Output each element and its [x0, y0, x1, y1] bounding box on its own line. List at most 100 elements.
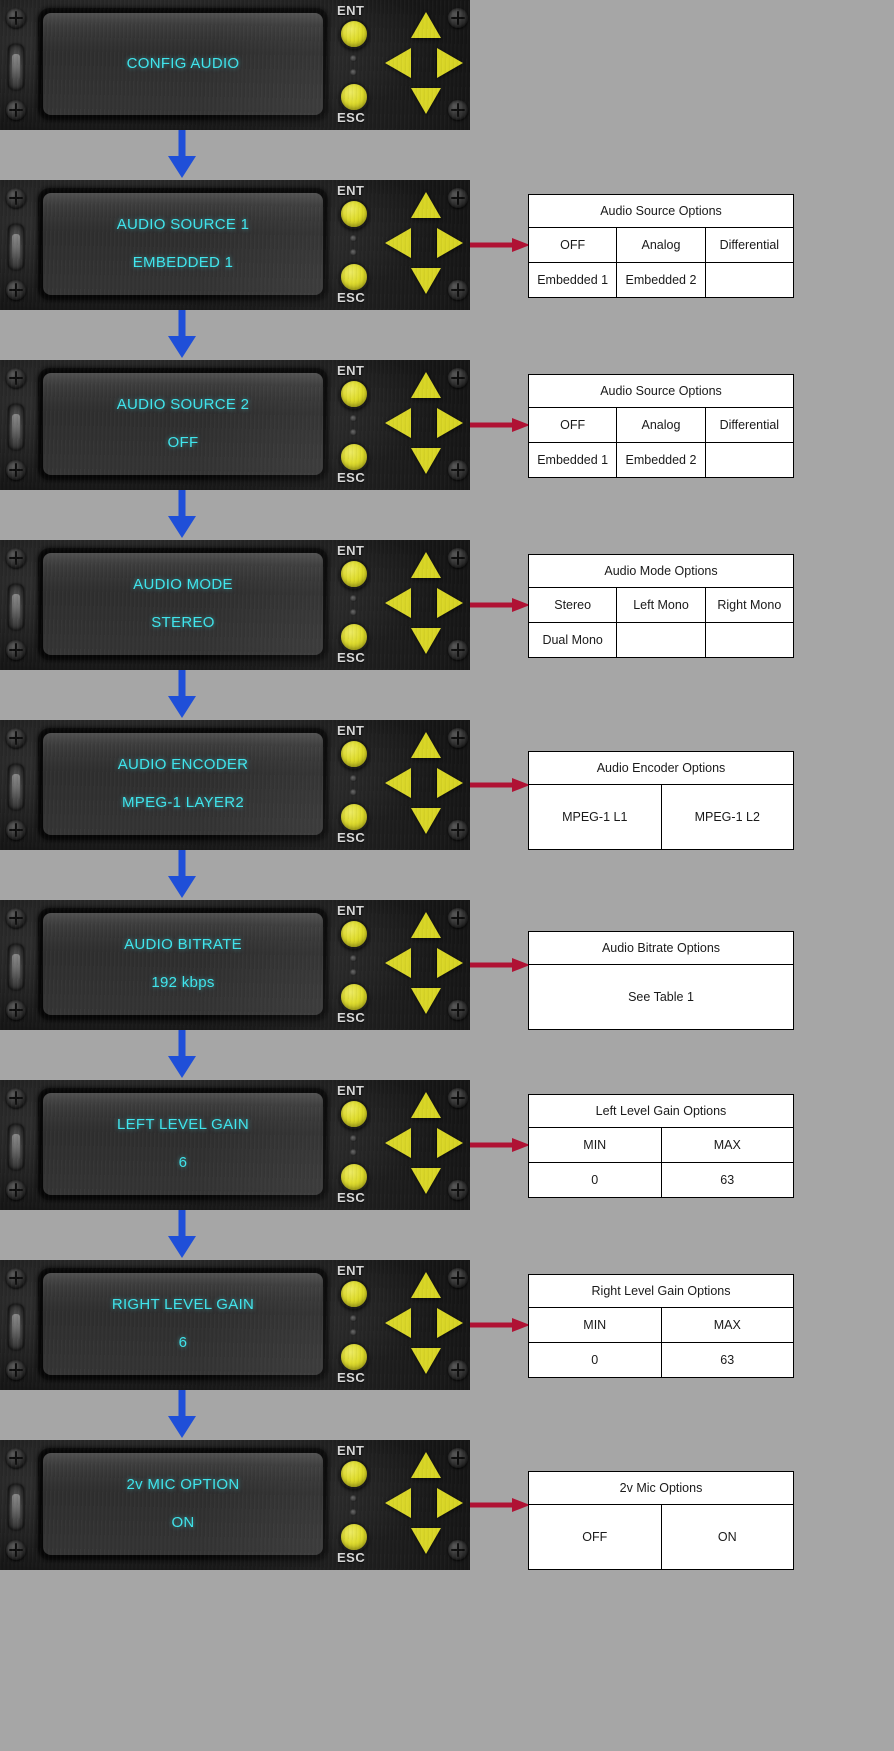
up-arrow-icon[interactable] [411, 12, 441, 38]
right-arrow-icon[interactable] [437, 228, 463, 258]
esc-button[interactable] [339, 82, 369, 112]
status-led-lower [350, 429, 357, 436]
panel-screw-bottom-left [6, 820, 26, 840]
right-arrow-icon[interactable] [437, 1308, 463, 1338]
table-row: OFF Analog Differential [527, 227, 795, 263]
lcd-line-2: OFF [167, 434, 199, 451]
ent-button[interactable] [339, 559, 369, 589]
down-arrow-icon[interactable] [411, 1168, 441, 1194]
table-cell: Differential [704, 407, 795, 443]
up-arrow-icon[interactable] [411, 1272, 441, 1298]
table-cell: MPEG-1 L1 [528, 784, 662, 850]
right-arrow-icon[interactable] [437, 948, 463, 978]
table-row: Embedded 1 Embedded 2 [527, 262, 795, 298]
ent-button[interactable] [339, 1459, 369, 1489]
up-arrow-icon[interactable] [411, 732, 441, 758]
lcd-display: LEFT LEVEL GAIN 6 [43, 1093, 323, 1195]
down-arrow-icon[interactable] [411, 808, 441, 834]
table-cell: Differential [704, 227, 795, 263]
right-arrow-icon[interactable] [437, 1488, 463, 1518]
esc-button-label: ESC [337, 650, 366, 665]
esc-button-label: ESC [337, 1190, 366, 1205]
navigation-dpad [385, 550, 465, 660]
lcd-bezel: AUDIO SOURCE 1 EMBEDDED 1 [38, 188, 328, 300]
up-arrow-icon[interactable] [411, 1092, 441, 1118]
left-arrow-icon[interactable] [385, 1308, 411, 1338]
left-arrow-icon[interactable] [385, 408, 411, 438]
table-cell-empty [704, 262, 795, 298]
down-arrow-connector-icon [168, 1390, 196, 1438]
esc-button[interactable] [339, 982, 369, 1012]
ent-button[interactable] [339, 1099, 369, 1129]
esc-button[interactable] [339, 262, 369, 292]
ent-button-label: ENT [337, 3, 365, 18]
right-arrow-icon[interactable] [437, 1128, 463, 1158]
flow-connector [0, 850, 894, 900]
ent-button[interactable] [339, 19, 369, 49]
lcd-line-1: 2v MIC OPTION [126, 1475, 240, 1493]
status-led-upper [350, 1315, 357, 1322]
down-arrow-icon[interactable] [411, 1528, 441, 1554]
status-led-upper [350, 415, 357, 422]
right-arrow-icon[interactable] [437, 588, 463, 618]
usb-port-icon[interactable] [8, 1124, 24, 1170]
menu-step-audio-mode: AUDIO MODE STEREO ENT ESC Audio Mode Opt… [0, 540, 894, 670]
usb-port-icon[interactable] [8, 584, 24, 630]
down-arrow-icon[interactable] [411, 88, 441, 114]
right-arrow-icon[interactable] [437, 768, 463, 798]
esc-button[interactable] [339, 1162, 369, 1192]
usb-port-icon[interactable] [8, 764, 24, 810]
esc-button[interactable] [339, 1522, 369, 1552]
left-arrow-icon[interactable] [385, 588, 411, 618]
left-arrow-icon[interactable] [385, 948, 411, 978]
table-row: 0 63 [528, 1342, 794, 1378]
table-title: 2v Mic Options [528, 1471, 794, 1505]
lcd-display: AUDIO BITRATE 192 kbps [43, 913, 323, 1015]
esc-button[interactable] [339, 622, 369, 652]
down-arrow-icon[interactable] [411, 268, 441, 294]
left-arrow-icon[interactable] [385, 48, 411, 78]
usb-port-icon[interactable] [8, 1484, 24, 1530]
right-arrow-icon[interactable] [437, 408, 463, 438]
esc-button[interactable] [339, 1342, 369, 1372]
table-cell: Analog [616, 227, 706, 263]
down-arrow-icon[interactable] [411, 1348, 441, 1374]
device-front-panel: AUDIO SOURCE 1 EMBEDDED 1 ENT ESC [0, 180, 470, 310]
left-arrow-icon[interactable] [385, 228, 411, 258]
left-arrow-icon[interactable] [385, 1488, 411, 1518]
ent-button[interactable] [339, 919, 369, 949]
table-title: Audio Source Options [528, 374, 794, 408]
menu-step-audio-source-2: AUDIO SOURCE 2 OFF ENT ESC Audio Source … [0, 360, 894, 490]
up-arrow-icon[interactable] [411, 192, 441, 218]
up-arrow-icon[interactable] [411, 372, 441, 398]
left-arrow-icon[interactable] [385, 1128, 411, 1158]
ent-button[interactable] [339, 379, 369, 409]
status-led-lower [350, 789, 357, 796]
left-arrow-icon[interactable] [385, 768, 411, 798]
usb-port-icon[interactable] [8, 224, 24, 270]
right-arrow-icon[interactable] [437, 48, 463, 78]
esc-button[interactable] [339, 802, 369, 832]
usb-port-icon[interactable] [8, 44, 24, 90]
table-cell-empty [616, 622, 706, 658]
ent-button[interactable] [339, 199, 369, 229]
down-arrow-icon[interactable] [411, 448, 441, 474]
down-arrow-icon[interactable] [411, 988, 441, 1014]
usb-port-icon[interactable] [8, 1304, 24, 1350]
down-arrow-icon[interactable] [411, 628, 441, 654]
up-arrow-icon[interactable] [411, 552, 441, 578]
ent-button[interactable] [339, 1279, 369, 1309]
usb-port-icon[interactable] [8, 404, 24, 450]
up-arrow-icon[interactable] [411, 1452, 441, 1478]
lcd-bezel: AUDIO SOURCE 2 OFF [38, 368, 328, 480]
table-cell: MAX [660, 1307, 794, 1343]
table-pointer-arrow-icon [470, 598, 530, 612]
table-cell: MAX [660, 1127, 794, 1163]
table-title-row: Audio Mode Options [528, 554, 794, 588]
lcd-bezel: AUDIO BITRATE 192 kbps [38, 908, 328, 1020]
up-arrow-icon[interactable] [411, 912, 441, 938]
table-cell: MIN [528, 1307, 662, 1343]
ent-button[interactable] [339, 739, 369, 769]
esc-button[interactable] [339, 442, 369, 472]
usb-port-icon[interactable] [8, 944, 24, 990]
